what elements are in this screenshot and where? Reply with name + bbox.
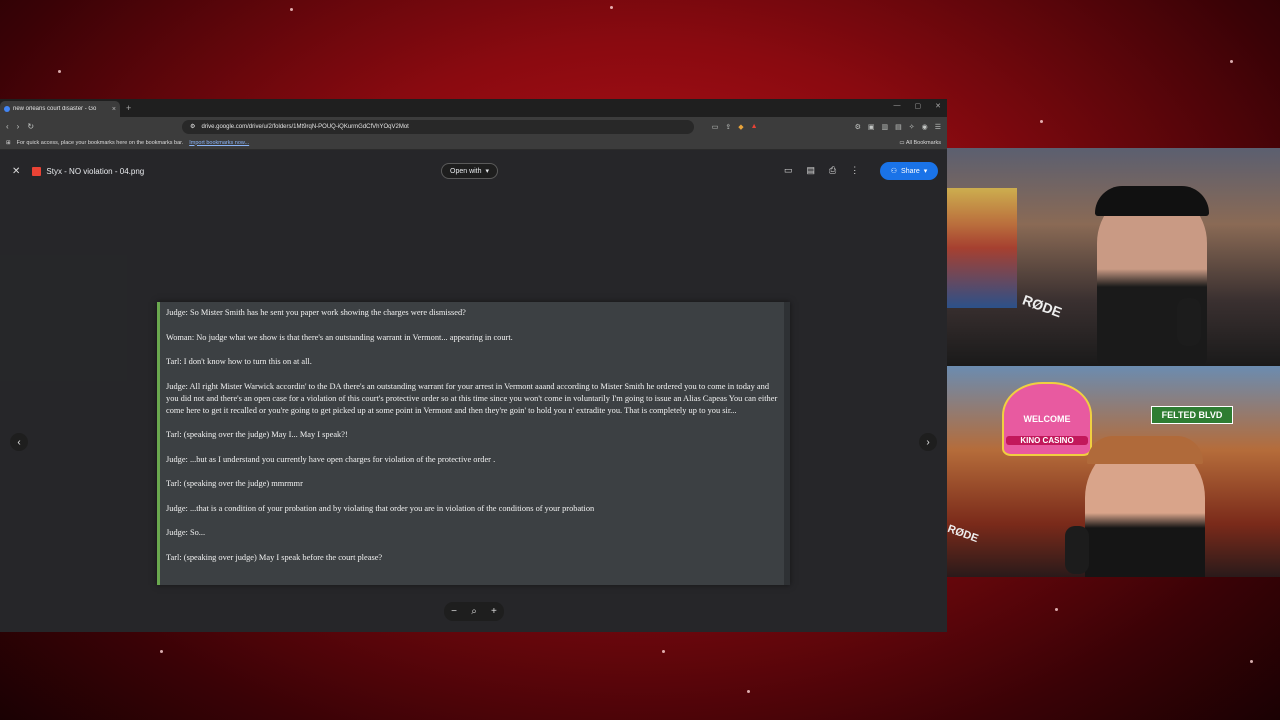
zoom-out-icon[interactable]: −	[451, 606, 457, 617]
zoom-controls: − ⌕ +	[444, 602, 504, 621]
tab-title: new orleans court disaster - Go	[13, 106, 97, 112]
transcript-line: Judge: So Mister Smith has he sent you p…	[166, 308, 466, 317]
reload-icon[interactable]: ↻	[27, 122, 34, 131]
transcript-line: Tarl: (speaking over the judge) mmrmmr	[166, 479, 303, 489]
chevron-left-icon: ‹	[17, 436, 21, 448]
chevron-down-icon: ▾	[923, 168, 928, 175]
mic-brand-label: RØDE	[1020, 291, 1064, 321]
browser-tab[interactable]: new orleans court disaster - Go ×	[0, 101, 120, 117]
sparkle	[1040, 120, 1043, 123]
bookmarks-bar: ⊞ For quick access, place your bookmarks…	[0, 136, 947, 150]
window-close-icon[interactable]: ✕	[935, 102, 941, 110]
transcript-line: Judge: ...but as I understand you curren…	[166, 454, 496, 464]
drive-file-viewer: ✕ Styx - NO violation - 04.png Open with…	[0, 150, 947, 632]
chevron-right-icon: ›	[926, 436, 930, 448]
webcam-bottom: WELCOME KINO CASINO FELTED BLVD RØDE	[947, 366, 1280, 577]
add-to-drive-icon[interactable]: ▭	[784, 165, 793, 176]
image-scrollbar[interactable]	[784, 302, 790, 585]
extension-icon[interactable]: ⚙	[855, 123, 861, 131]
file-name: Styx - NO violation - 04.png	[46, 166, 145, 176]
sparkle	[160, 650, 163, 653]
zoom-in-icon[interactable]: +	[491, 606, 497, 617]
transcript-line: Tarl: (speaking over the judge) May I...…	[166, 430, 348, 440]
maximize-icon[interactable]: ▢	[915, 102, 922, 110]
image-file-icon	[32, 166, 42, 176]
apps-grid-icon[interactable]: ⊞	[6, 140, 11, 146]
transcript-line: Tarl: I don't know how to turn this on a…	[166, 357, 312, 366]
microphone	[1065, 526, 1089, 574]
sidebar-icon[interactable]: ▥	[881, 123, 888, 131]
browser-toolbar: ‹ › ↻ ⚙ drive.google.com/drive/u/2/folde…	[0, 117, 947, 136]
previous-file-button[interactable]: ‹	[10, 433, 28, 451]
welcome-text: WELCOME	[1023, 414, 1071, 424]
drive-favicon-icon	[4, 106, 10, 112]
extensions-puzzle-icon[interactable]: ✧	[909, 123, 915, 131]
close-viewer-icon[interactable]: ✕	[12, 166, 20, 177]
transcript-image: Judge: So Mister Smith has he sent you p…	[157, 302, 790, 585]
more-options-icon[interactable]: ⋮	[850, 165, 859, 176]
transcript-line: Tarl: (speaking over judge) May I speak …	[166, 552, 383, 562]
address-bar[interactable]: ⚙ drive.google.com/drive/u/2/folders/1Mt…	[182, 119, 694, 134]
tab-strip: new orleans court disaster - Go × + — ▢ …	[0, 99, 947, 117]
import-bookmarks-link[interactable]: Import bookmarks now...	[189, 140, 249, 146]
window-controls: — ▢ ✕	[894, 102, 942, 110]
casino-name: KINO CASINO	[1006, 436, 1088, 445]
sparkle	[747, 690, 750, 693]
transcript-line: Judge: All right Mister Warwick accordin…	[166, 381, 778, 415]
sparkle	[610, 6, 613, 9]
url-text: drive.google.com/drive/u/2/folders/1Mt9r…	[201, 123, 409, 130]
sparkle	[58, 70, 61, 73]
transcript-line: Judge: So...	[166, 528, 206, 538]
casino-welcome-sign: WELCOME KINO CASINO	[1002, 382, 1092, 456]
people-icon: ⚇	[890, 168, 898, 175]
browser-window: new orleans court disaster - Go × + — ▢ …	[0, 99, 947, 632]
transcript-line: Woman: No judge what we show is that the…	[166, 332, 513, 342]
sparkle	[1230, 60, 1233, 63]
extension-icon[interactable]: ◆	[738, 123, 743, 131]
open-with-button[interactable]: Open with ▾	[441, 163, 499, 179]
chevron-down-icon: ▾	[485, 168, 490, 175]
menu-icon[interactable]: ☰	[935, 123, 941, 131]
transcript-line: Judge: ...that is a condition of your pr…	[166, 503, 595, 513]
extension-icon[interactable]: ▲	[751, 123, 758, 131]
comment-icon[interactable]: ▤	[807, 165, 816, 176]
profile-icon[interactable]: ◉	[922, 123, 928, 131]
minimize-icon[interactable]: —	[894, 102, 901, 110]
sparkle	[1055, 608, 1058, 611]
streamer-hair	[1087, 436, 1203, 464]
share-page-icon[interactable]: ⇪	[725, 123, 731, 131]
viewer-header: ✕ Styx - NO violation - 04.png Open with…	[0, 159, 947, 183]
webcam-top: RØDE	[947, 148, 1280, 366]
sparkle	[662, 650, 665, 653]
extension-icon[interactable]: ▣	[868, 123, 875, 131]
back-icon[interactable]: ‹	[6, 122, 9, 131]
forward-icon[interactable]: ›	[17, 122, 20, 131]
share-button[interactable]: ⚇ Share ▾	[880, 162, 938, 180]
all-bookmarks-folder[interactable]: ▭ All Bookmarks	[899, 140, 941, 146]
viewer-actions: ▭ ▤ ⎙ ⋮	[784, 165, 859, 176]
slot-machines	[947, 188, 1017, 308]
sparkle	[1250, 660, 1253, 663]
tab-close-icon[interactable]: ×	[112, 106, 116, 113]
streamer-cap	[1095, 186, 1209, 216]
sparkle	[290, 8, 293, 11]
new-tab-button[interactable]: +	[126, 103, 131, 113]
toolbar-icons: ▭ ⇪ ◆ ▲ ⚙ ▣ ▥ ▤ ✧ ◉ ☰	[712, 123, 941, 131]
extension-icon[interactable]: ▤	[895, 123, 902, 131]
next-file-button[interactable]: ›	[919, 433, 937, 451]
magnifier-icon[interactable]: ⌕	[471, 606, 477, 617]
microphone	[1177, 298, 1201, 346]
print-icon[interactable]: ⎙	[829, 165, 836, 176]
bookmarks-hint: For quick access, place your bookmarks h…	[16, 139, 184, 146]
cast-icon[interactable]: ▭	[712, 123, 719, 131]
street-sign: FELTED BLVD	[1151, 406, 1233, 424]
site-info-icon[interactable]: ⚙	[190, 123, 195, 130]
mic-brand-label: RØDE	[947, 522, 980, 546]
